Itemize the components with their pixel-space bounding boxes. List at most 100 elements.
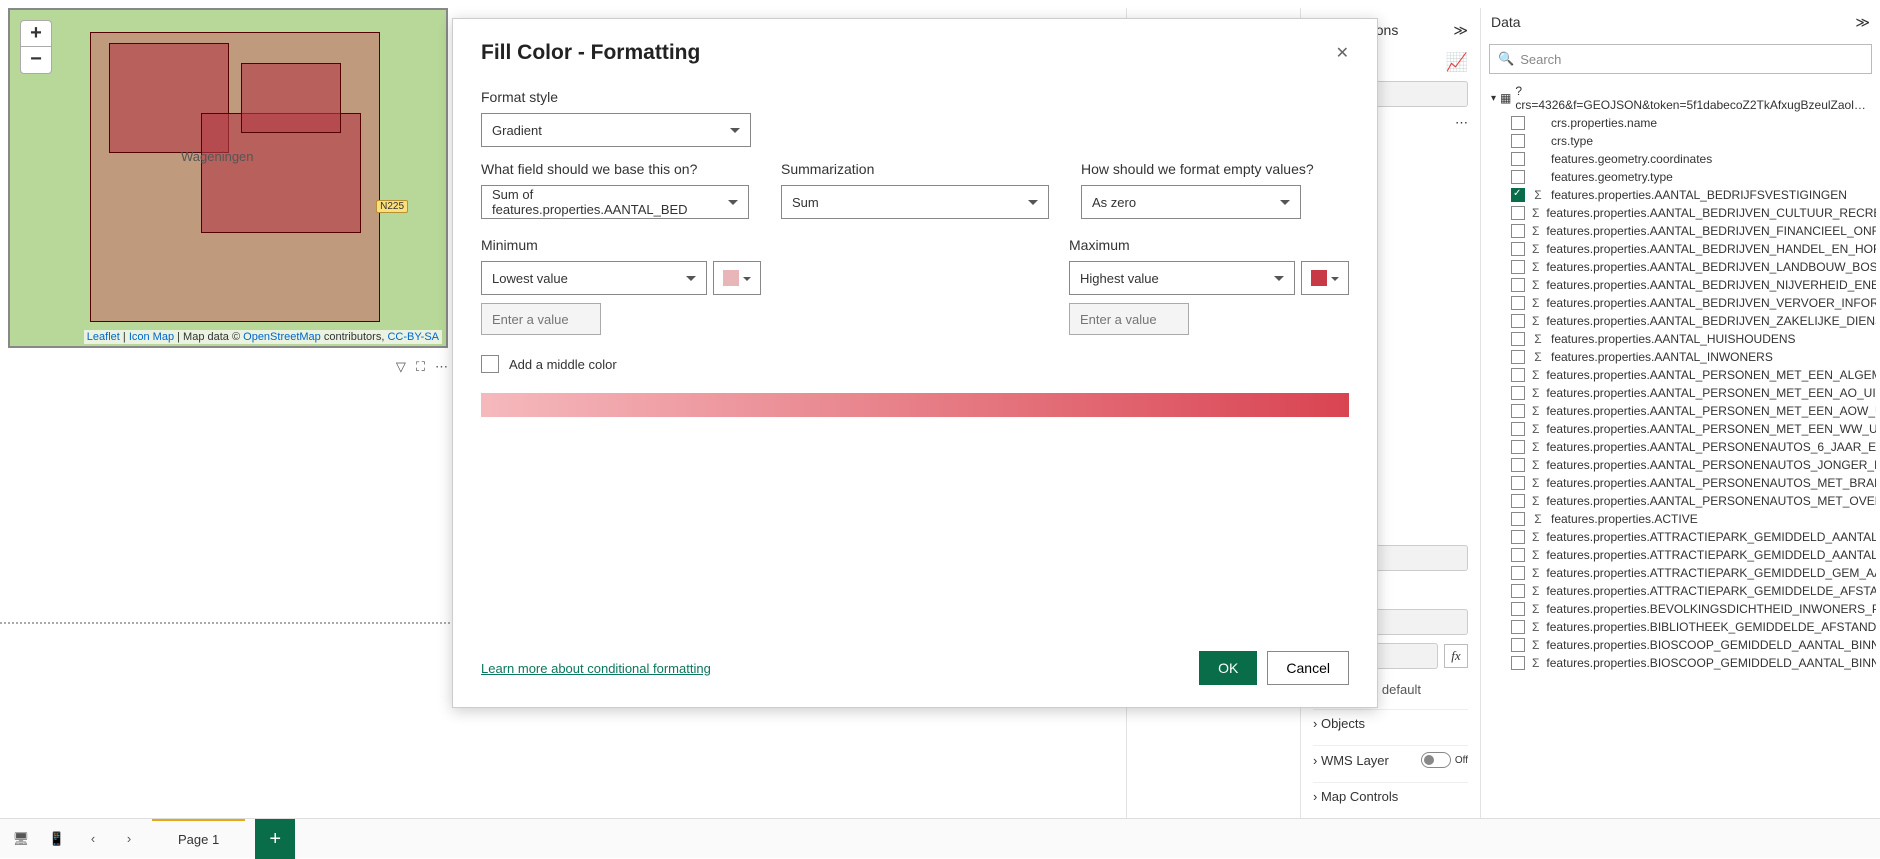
field-checkbox[interactable] [1511,404,1525,418]
wms-toggle[interactable] [1421,752,1451,768]
field-checkbox[interactable] [1511,530,1525,544]
field-checkbox[interactable] [1511,494,1525,508]
field-checkbox[interactable] [1511,548,1525,562]
field-item[interactable]: Σfeatures.properties.ACTIVE [1485,510,1876,528]
field-item[interactable]: Σfeatures.properties.AANTAL_PERSONENAUTO… [1485,474,1876,492]
field-checkbox[interactable] [1511,638,1525,652]
field-checkbox[interactable] [1511,656,1525,670]
more-options-icon[interactable]: ⋯ [435,359,448,375]
field-item[interactable]: Σfeatures.properties.AANTAL_BEDRIJVEN_LA… [1485,258,1876,276]
format-style-select[interactable]: Gradient [481,113,751,147]
field-item[interactable]: Σfeatures.properties.AANTAL_PERSONENAUTO… [1485,456,1876,474]
field-item[interactable]: Σfeatures.properties.AANTAL_PERSONEN_MET… [1485,366,1876,384]
field-item[interactable]: Σfeatures.properties.AANTAL_BEDRIJFSVEST… [1485,186,1876,204]
cancel-button[interactable]: Cancel [1267,651,1349,685]
field-item[interactable]: Σfeatures.properties.AANTAL_INWONERS [1485,348,1876,366]
field-item[interactable]: Σfeatures.properties.ATTRACTIEPARK_GEMID… [1485,546,1876,564]
wms-layer-section[interactable]: › WMS LayerOff [1313,745,1468,774]
field-checkbox[interactable] [1511,368,1525,382]
field-checkbox[interactable] [1511,206,1525,220]
field-item[interactable]: Σfeatures.properties.ATTRACTIEPARK_GEMID… [1485,528,1876,546]
next-page-icon[interactable]: › [116,826,142,852]
minimum-value-input[interactable] [481,303,601,335]
osm-link[interactable]: OpenStreetMap [243,331,321,343]
field-checkbox[interactable] [1511,116,1525,130]
empty-values-select[interactable]: As zero [1081,185,1301,219]
summarization-select[interactable]: Sum [781,185,1049,219]
field-item[interactable]: features.geometry.type [1485,168,1876,186]
field-checkbox[interactable] [1511,332,1525,346]
field-checkbox[interactable] [1511,170,1525,184]
field-item[interactable]: Σfeatures.properties.AANTAL_PERSONEN_MET… [1485,402,1876,420]
field-checkbox[interactable] [1511,314,1525,328]
field-checkbox[interactable] [1511,134,1525,148]
field-item[interactable]: Σfeatures.properties.AANTAL_HUISHOUDENS [1485,330,1876,348]
field-item[interactable]: Σfeatures.properties.AANTAL_BEDRIJVEN_FI… [1485,222,1876,240]
map-controls-section[interactable]: › Map Controls [1313,782,1468,810]
field-checkbox[interactable] [1511,458,1525,472]
field-item[interactable]: Σfeatures.properties.BEVOLKINGSDICHTHEID… [1485,600,1876,618]
field-item[interactable]: Σfeatures.properties.AANTAL_BEDRIJVEN_VE… [1485,294,1876,312]
focus-mode-icon[interactable]: ⛶ [416,359,425,375]
field-checkbox[interactable] [1511,566,1525,580]
maximum-value-input[interactable] [1069,303,1189,335]
field-item[interactable]: features.geometry.coordinates [1485,150,1876,168]
field-checkbox[interactable] [1511,512,1525,526]
field-checkbox[interactable] [1511,260,1525,274]
field-item[interactable]: Σfeatures.properties.AANTAL_PERSONEN_MET… [1485,420,1876,438]
add-middle-color-checkbox[interactable] [481,355,499,373]
maximum-select[interactable]: Highest value [1069,261,1295,295]
field-checkbox[interactable] [1511,224,1525,238]
field-checkbox[interactable] [1511,188,1525,202]
page-tab[interactable]: Page 1 [152,819,245,859]
dataset-node[interactable]: ▾ ▦ ?crs=4326&f=GEOJSON&token=5f1dabecoZ… [1485,82,1876,114]
field-checkbox[interactable] [1511,242,1525,256]
mobile-view-icon[interactable]: 📱 [44,826,70,852]
field-checkbox[interactable] [1511,422,1525,436]
objects-section[interactable]: › Objects [1313,709,1468,737]
zoom-in-button[interactable]: + [21,21,51,47]
field-checkbox[interactable] [1511,296,1525,310]
iconmap-link[interactable]: Icon Map [129,331,174,343]
field-checkbox[interactable] [1511,440,1525,454]
field-item[interactable]: Σfeatures.properties.AANTAL_BEDRIJVEN_ZA… [1485,312,1876,330]
collapse-icon[interactable]: ≫ [1453,22,1468,39]
field-item[interactable]: Σfeatures.properties.AANTAL_PERSONEN_MET… [1485,384,1876,402]
field-item[interactable]: Σfeatures.properties.AANTAL_BEDRIJVEN_CU… [1485,204,1876,222]
close-icon[interactable]: ✕ [1336,43,1349,63]
field-item[interactable]: crs.type [1485,132,1876,150]
field-checkbox[interactable] [1511,278,1525,292]
add-page-button[interactable]: + [255,819,295,859]
field-checkbox[interactable] [1511,602,1525,616]
field-item[interactable]: Σfeatures.properties.AANTAL_PERSONENAUTO… [1485,438,1876,456]
map-visual[interactable]: + − Wageningen N225 Leaflet | Icon Map |… [8,8,448,348]
filter-icon[interactable]: ▽ [396,359,406,375]
field-checkbox[interactable] [1511,152,1525,166]
field-checkbox[interactable] [1511,386,1525,400]
field-item[interactable]: Σfeatures.properties.ATTRACTIEPARK_GEMID… [1485,582,1876,600]
learn-more-link[interactable]: Learn more about conditional formatting [481,661,711,676]
minimum-color-picker[interactable] [713,261,761,295]
field-item[interactable]: Σfeatures.properties.BIBLIOTHEEK_GEMIDDE… [1485,618,1876,636]
zoom-out-button[interactable]: − [21,47,51,73]
field-checkbox[interactable] [1511,476,1525,490]
search-input[interactable]: 🔍 Search [1489,44,1872,74]
leaflet-link[interactable]: Leaflet [87,331,120,343]
ok-button[interactable]: OK [1199,651,1257,685]
field-checkbox[interactable] [1511,620,1525,634]
fx-button[interactable]: fx [1444,644,1468,668]
maximum-color-picker[interactable] [1301,261,1349,295]
minimum-select[interactable]: Lowest value [481,261,707,295]
collapse-icon[interactable]: ≫ [1855,14,1870,31]
field-item[interactable]: Σfeatures.properties.AANTAL_PERSONENAUTO… [1485,492,1876,510]
cc-link[interactable]: CC-BY-SA [387,331,439,343]
desktop-view-icon[interactable]: 🖥 [8,826,34,852]
field-item[interactable]: Σfeatures.properties.AANTAL_BEDRIJVEN_HA… [1485,240,1876,258]
analytics-icon[interactable]: 📈 [1446,52,1468,73]
field-checkbox[interactable] [1511,584,1525,598]
field-checkbox[interactable] [1511,350,1525,364]
field-item[interactable]: Σfeatures.properties.BIOSCOOP_GEMIDDELD_… [1485,654,1876,672]
field-item[interactable]: Σfeatures.properties.BIOSCOOP_GEMIDDELD_… [1485,636,1876,654]
base-field-select[interactable]: Sum of features.properties.AANTAL_BED [481,185,749,219]
field-item[interactable]: crs.properties.name [1485,114,1876,132]
